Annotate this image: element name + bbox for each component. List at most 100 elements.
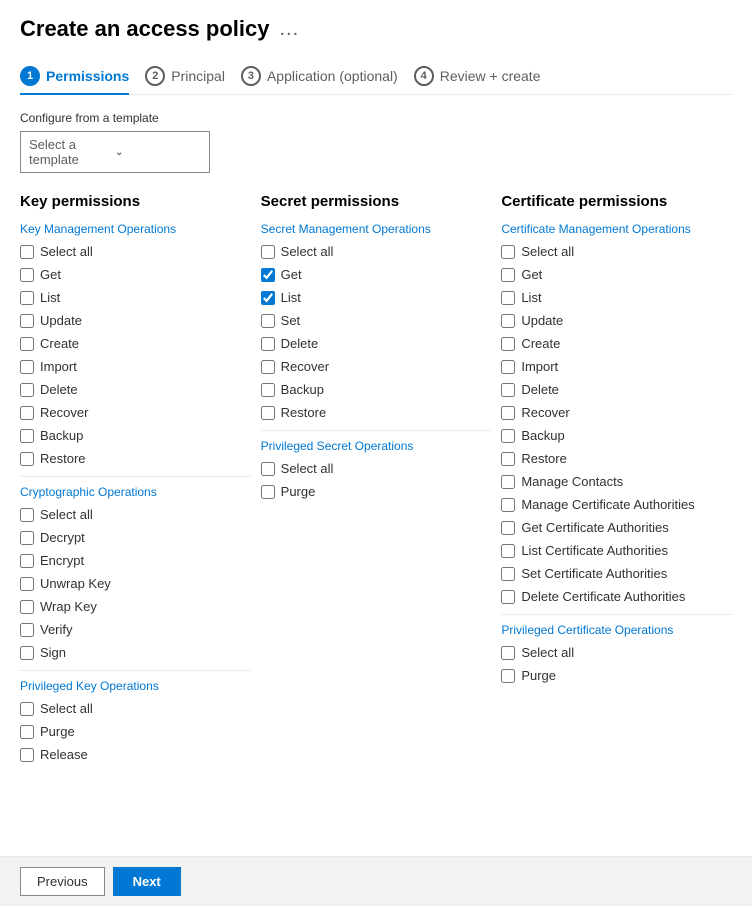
co-unwrapkey-checkbox[interactable] — [20, 577, 34, 591]
km-restore-label[interactable]: Restore — [40, 451, 86, 466]
cert-create-checkbox[interactable] — [501, 337, 515, 351]
km-list-label[interactable]: List — [40, 290, 60, 305]
co-unwrapkey-label[interactable]: Unwrap Key — [40, 576, 111, 591]
km-selectall-label[interactable]: Select all — [40, 244, 93, 259]
pc-purge-label[interactable]: Purge — [521, 668, 556, 683]
pk-release-checkbox[interactable] — [20, 748, 34, 762]
co-wrapkey-label[interactable]: Wrap Key — [40, 599, 97, 614]
co-verify-checkbox[interactable] — [20, 623, 34, 637]
cert-update-checkbox[interactable] — [501, 314, 515, 328]
cert-listcas-checkbox[interactable] — [501, 544, 515, 558]
pc-purge-checkbox[interactable] — [501, 669, 515, 683]
ps-purge-checkbox[interactable] — [261, 485, 275, 499]
pk-purge-checkbox[interactable] — [20, 725, 34, 739]
co-decrypt-label[interactable]: Decrypt — [40, 530, 85, 545]
km-backup-label[interactable]: Backup — [40, 428, 83, 443]
cert-get-label[interactable]: Get — [521, 267, 542, 282]
cert-restore-checkbox[interactable] — [501, 452, 515, 466]
pc-selectall-label[interactable]: Select all — [521, 645, 574, 660]
sm-list-label[interactable]: List — [281, 290, 301, 305]
km-delete-checkbox[interactable] — [20, 383, 34, 397]
cert-managecas-checkbox[interactable] — [501, 498, 515, 512]
sm-list-checkbox[interactable] — [261, 291, 275, 305]
cert-deletecas-checkbox[interactable] — [501, 590, 515, 604]
km-delete-label[interactable]: Delete — [40, 382, 78, 397]
pk-release-label[interactable]: Release — [40, 747, 88, 762]
km-create-checkbox[interactable] — [20, 337, 34, 351]
cert-get-checkbox[interactable] — [501, 268, 515, 282]
km-recover-checkbox[interactable] — [20, 406, 34, 420]
cert-deletecas-label[interactable]: Delete Certificate Authorities — [521, 589, 685, 604]
cert-restore-label[interactable]: Restore — [521, 451, 567, 466]
cert-getcas-checkbox[interactable] — [501, 521, 515, 535]
km-import-checkbox[interactable] — [20, 360, 34, 374]
cert-list-label[interactable]: List — [521, 290, 541, 305]
km-create-label[interactable]: Create — [40, 336, 79, 351]
cert-getcas-label[interactable]: Get Certificate Authorities — [521, 520, 668, 535]
cert-list-checkbox[interactable] — [501, 291, 515, 305]
km-recover-label[interactable]: Recover — [40, 405, 88, 420]
co-encrypt-label[interactable]: Encrypt — [40, 553, 84, 568]
km-restore-checkbox[interactable] — [20, 452, 34, 466]
co-sign-checkbox[interactable] — [20, 646, 34, 660]
sm-set-label[interactable]: Set — [281, 313, 301, 328]
cert-setcas-checkbox[interactable] — [501, 567, 515, 581]
cert-backup-checkbox[interactable] — [501, 429, 515, 443]
co-sign-label[interactable]: Sign — [40, 645, 66, 660]
ps-selectall-checkbox[interactable] — [261, 462, 275, 476]
sm-delete-checkbox[interactable] — [261, 337, 275, 351]
co-decrypt-checkbox[interactable] — [20, 531, 34, 545]
sm-restore-checkbox[interactable] — [261, 406, 275, 420]
tab-review[interactable]: 4 Review + create — [414, 58, 557, 94]
cert-import-checkbox[interactable] — [501, 360, 515, 374]
cert-import-label[interactable]: Import — [521, 359, 558, 374]
sm-set-checkbox[interactable] — [261, 314, 275, 328]
cert-managecas-label[interactable]: Manage Certificate Authorities — [521, 497, 694, 512]
cert-selectall-label[interactable]: Select all — [521, 244, 574, 259]
km-backup-checkbox[interactable] — [20, 429, 34, 443]
sm-get-label[interactable]: Get — [281, 267, 302, 282]
sm-get-checkbox[interactable] — [261, 268, 275, 282]
tab-principal[interactable]: 2 Principal — [145, 58, 241, 94]
sm-recover-label[interactable]: Recover — [281, 359, 329, 374]
previous-button[interactable]: Previous — [20, 867, 105, 896]
cert-recover-checkbox[interactable] — [501, 406, 515, 420]
sm-recover-checkbox[interactable] — [261, 360, 275, 374]
km-get-label[interactable]: Get — [40, 267, 61, 282]
sm-selectall-label[interactable]: Select all — [281, 244, 334, 259]
co-selectall-checkbox[interactable] — [20, 508, 34, 522]
sm-delete-label[interactable]: Delete — [281, 336, 319, 351]
cert-selectall-checkbox[interactable] — [501, 245, 515, 259]
cert-create-label[interactable]: Create — [521, 336, 560, 351]
tab-application[interactable]: 3 Application (optional) — [241, 58, 414, 94]
cert-backup-label[interactable]: Backup — [521, 428, 564, 443]
km-get-checkbox[interactable] — [20, 268, 34, 282]
next-button[interactable]: Next — [113, 867, 181, 896]
pk-purge-label[interactable]: Purge — [40, 724, 75, 739]
co-selectall-label[interactable]: Select all — [40, 507, 93, 522]
sm-backup-label[interactable]: Backup — [281, 382, 324, 397]
cert-recover-label[interactable]: Recover — [521, 405, 569, 420]
cert-listcas-label[interactable]: List Certificate Authorities — [521, 543, 668, 558]
sm-selectall-checkbox[interactable] — [261, 245, 275, 259]
cert-managecontacts-label[interactable]: Manage Contacts — [521, 474, 623, 489]
template-dropdown[interactable]: Select a template ⌄ — [20, 131, 210, 173]
pk-selectall-label[interactable]: Select all — [40, 701, 93, 716]
ps-purge-label[interactable]: Purge — [281, 484, 316, 499]
co-verify-label[interactable]: Verify — [40, 622, 73, 637]
ps-selectall-label[interactable]: Select all — [281, 461, 334, 476]
cert-managecontacts-checkbox[interactable] — [501, 475, 515, 489]
km-update-checkbox[interactable] — [20, 314, 34, 328]
cert-delete-checkbox[interactable] — [501, 383, 515, 397]
cert-setcas-label[interactable]: Set Certificate Authorities — [521, 566, 667, 581]
sm-restore-label[interactable]: Restore — [281, 405, 327, 420]
km-import-label[interactable]: Import — [40, 359, 77, 374]
co-wrapkey-checkbox[interactable] — [20, 600, 34, 614]
cert-update-label[interactable]: Update — [521, 313, 563, 328]
co-encrypt-checkbox[interactable] — [20, 554, 34, 568]
km-update-label[interactable]: Update — [40, 313, 82, 328]
sm-backup-checkbox[interactable] — [261, 383, 275, 397]
tab-permissions[interactable]: 1 Permissions — [20, 58, 145, 94]
km-selectall-checkbox[interactable] — [20, 245, 34, 259]
pk-selectall-checkbox[interactable] — [20, 702, 34, 716]
